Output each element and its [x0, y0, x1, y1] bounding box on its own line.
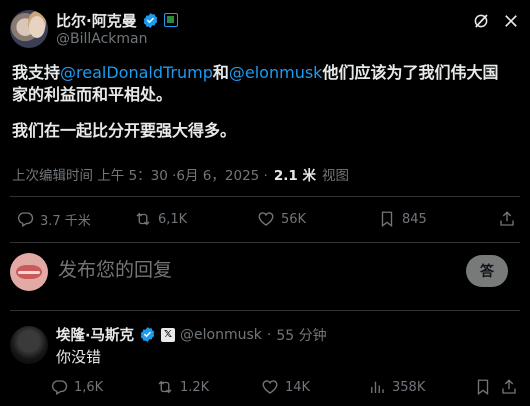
reply-button[interactable]: 3.7 千米	[16, 208, 91, 230]
share-icon	[502, 379, 516, 394]
share-button[interactable]	[498, 208, 516, 230]
share-button[interactable]	[500, 376, 518, 398]
post-text-prefix: 我支持	[12, 63, 61, 82]
post-header: 比尔·阿克曼 @BillAckman	[10, 9, 520, 49]
reply-icon	[17, 212, 34, 227]
divider	[10, 242, 520, 243]
heart-icon	[262, 380, 278, 394]
reply-button[interactable]: 1,6K	[50, 376, 103, 398]
avatar[interactable]	[10, 10, 48, 48]
divider	[10, 196, 520, 197]
avatar[interactable]	[10, 253, 48, 291]
like-button[interactable]: 14K	[261, 376, 310, 398]
post-timestamp[interactable]: 上次编辑时间 上午 5：30 ·6月 6，2025 ·	[12, 164, 268, 184]
avatar[interactable]	[10, 326, 48, 364]
post-meta: 上次编辑时间 上午 5：30 ·6月 6，2025 · 2.1 米 视图	[12, 164, 349, 184]
like-count: 56K	[281, 211, 307, 227]
reply-count: 3.7 千米	[40, 213, 91, 229]
bookmark-button[interactable]: 845	[378, 208, 427, 230]
reply-author-row: 埃隆·马斯克 𝕏 @elonmusk · 55 分钟	[56, 324, 327, 345]
like-count: 14K	[285, 379, 311, 395]
repost-count: 1.2K	[180, 379, 210, 395]
mention-link[interactable]: @realDonaldTrump	[60, 63, 213, 82]
reply-text: 你没错	[56, 348, 102, 366]
analytics-icon	[371, 381, 384, 393]
author-name-row: 比尔·阿克曼	[56, 10, 178, 30]
repost-count: 6,1K	[158, 211, 188, 227]
bookmark-icon	[381, 211, 393, 228]
reply-count: 1,6K	[74, 379, 104, 395]
more-options-icon[interactable]	[502, 12, 520, 30]
separator-dot: ·	[266, 326, 272, 343]
repost-button[interactable]: 1.2K	[156, 376, 209, 398]
like-button[interactable]: 56K	[257, 208, 306, 230]
reply-input[interactable]	[58, 259, 418, 281]
repost-icon	[136, 212, 150, 226]
reply-author-name[interactable]: 埃隆·马斯克	[56, 324, 134, 345]
verified-badge-icon	[140, 327, 155, 342]
reply-action-bar: 1,6K 1.2K 14K 358K	[50, 376, 520, 396]
views-label: 视图	[321, 168, 349, 184]
bookmark-icon	[477, 379, 489, 396]
verified-badge-icon	[143, 12, 157, 28]
reply-time[interactable]: 55 分钟	[276, 325, 326, 345]
view-count: 358K	[392, 379, 426, 395]
grok-icon[interactable]	[472, 12, 490, 30]
reply-author-handle[interactable]: @elonmusk	[180, 327, 262, 343]
post-paragraph-1: 我支持@realDonaldTrump和@elonmusk他们应该为了我们伟大国…	[12, 62, 512, 106]
post-action-bar: 3.7 千米 6,1K 56K 845	[12, 208, 518, 230]
views-count: 2.1 米	[273, 168, 316, 184]
post-text: 我支持@realDonaldTrump和@elonmusk他们应该为了我们伟大国…	[12, 62, 512, 142]
post-text-mid: 和	[212, 63, 229, 82]
post-paragraph-2: 我们在一起比分开要强大得多。	[12, 121, 237, 140]
author-display-name[interactable]: 比尔·阿克曼	[56, 10, 137, 31]
affiliate-badge-icon[interactable]	[163, 13, 178, 27]
mention-link[interactable]: @elonmusk	[229, 63, 323, 82]
views-button[interactable]: 358K	[368, 376, 425, 398]
reply-icon	[51, 380, 68, 395]
bookmark-count: 845	[402, 211, 427, 227]
repost-icon	[158, 380, 172, 394]
divider	[10, 310, 520, 311]
bookmark-button[interactable]	[474, 376, 492, 398]
reply-composer: 答	[10, 253, 520, 295]
reply-submit-button[interactable]: 答	[466, 255, 508, 287]
share-icon	[500, 211, 514, 226]
repost-button[interactable]: 6,1K	[134, 208, 187, 230]
x-affiliate-icon[interactable]: 𝕏	[161, 327, 176, 342]
author-handle[interactable]: @BillAckman	[56, 31, 148, 47]
reply-item[interactable]: 埃隆·马斯克 𝕏 @elonmusk · 55 分钟 你没错	[10, 322, 520, 366]
heart-icon	[258, 212, 274, 226]
